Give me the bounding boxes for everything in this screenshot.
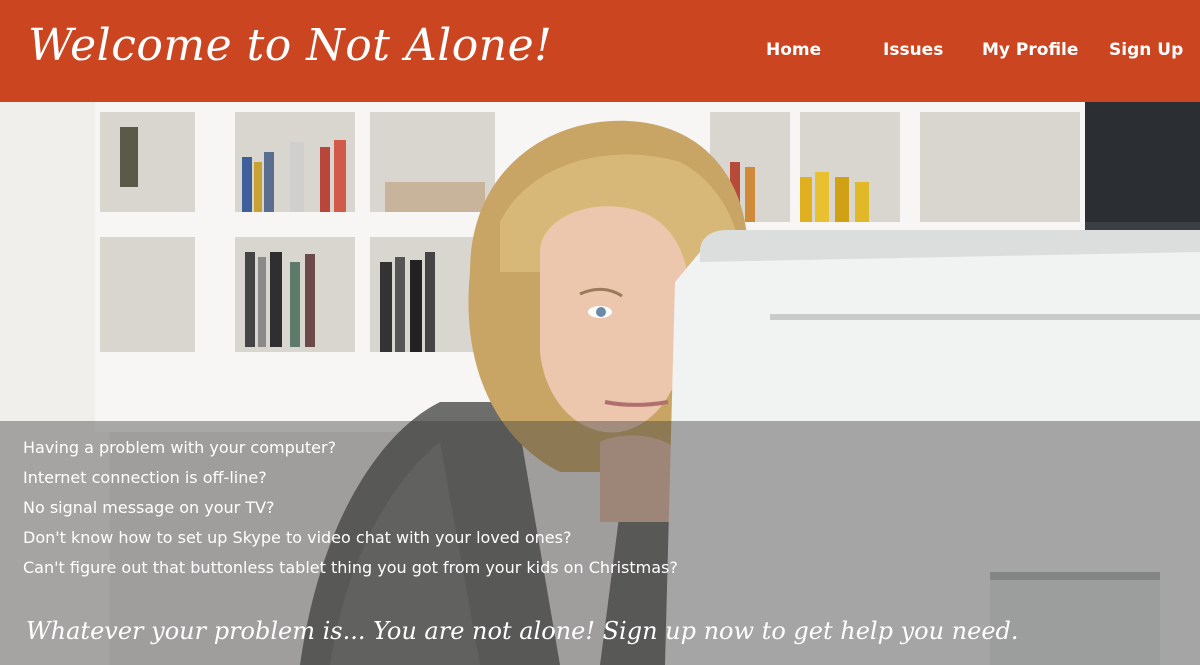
problem-item: Don't know how to set up Skype to video … [23, 528, 572, 547]
problem-item: No signal message on your TV? [23, 498, 275, 517]
hero-section: Having a problem with your computer? Int… [0, 102, 1200, 665]
page: Welcome to Not Alone! Home Issues My Pro… [0, 0, 1200, 665]
tagline: Whatever your problem is... You are not … [26, 617, 1019, 645]
site-header: Welcome to Not Alone! Home Issues My Pro… [0, 0, 1200, 102]
main-nav: Home Issues My Profile Sign Up [0, 36, 1200, 64]
problems-panel: Having a problem with your computer? Int… [0, 421, 1200, 665]
nav-item-issues[interactable]: Issues [883, 36, 943, 64]
nav-item-sign-up[interactable]: Sign Up [1109, 36, 1183, 64]
problem-item: Internet connection is off-line? [23, 468, 267, 487]
nav-item-my-profile[interactable]: My Profile [982, 36, 1078, 64]
nav-item-home[interactable]: Home [766, 36, 821, 64]
problem-item: Having a problem with your computer? [23, 438, 337, 457]
problem-item: Can't figure out that buttonless tablet … [23, 558, 678, 577]
problems-list: Having a problem with your computer? Int… [23, 433, 678, 583]
